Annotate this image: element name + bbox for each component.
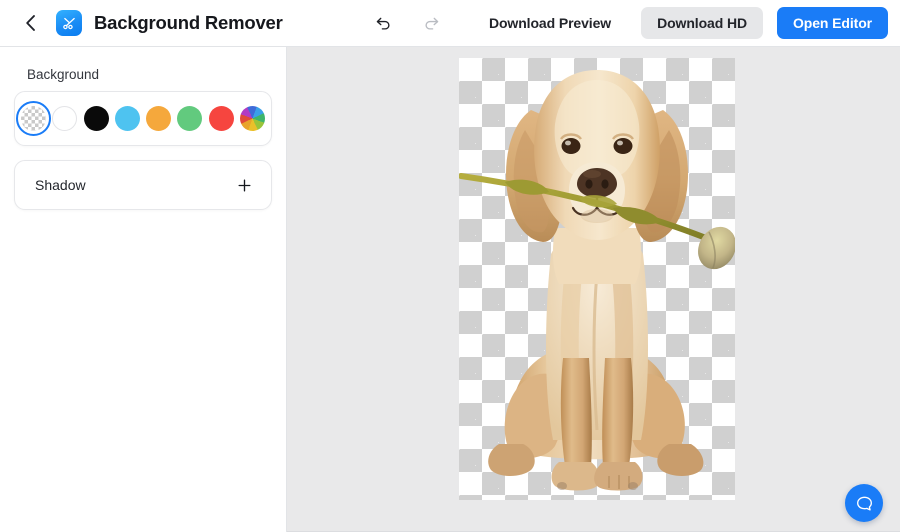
swatch-red[interactable]: [208, 106, 234, 131]
shadow-label: Shadow: [35, 177, 86, 193]
download-hd-button[interactable]: Download HD: [641, 7, 763, 39]
app-header: Background Remover Download Preview Down…: [0, 0, 900, 47]
background-swatch-panel: [14, 91, 272, 146]
transparent-artboard[interactable]: [459, 58, 735, 500]
page-title: Background Remover: [94, 12, 283, 33]
swatch-black[interactable]: [83, 106, 109, 131]
chevron-left-icon: [26, 15, 35, 31]
swatch-green[interactable]: [177, 106, 203, 131]
redo-button[interactable]: [417, 8, 447, 38]
download-preview-button[interactable]: Download Preview: [475, 7, 625, 39]
preview-canvas[interactable]: [287, 47, 900, 532]
add-shadow-button[interactable]: [236, 177, 253, 194]
undo-arrow-icon: [377, 17, 391, 30]
app-body: Background Shadow: [0, 47, 900, 532]
swatch-color-picker[interactable]: [239, 106, 265, 131]
shadow-row[interactable]: Shadow: [15, 161, 271, 209]
background-section-label: Background: [27, 67, 100, 82]
chat-bubble-icon: [856, 496, 872, 511]
swatch-sky-blue[interactable]: [114, 106, 140, 131]
background-swatch-row: [15, 92, 271, 145]
back-button[interactable]: [18, 10, 44, 36]
app-logo: [56, 10, 82, 36]
shadow-panel[interactable]: Shadow: [14, 160, 272, 210]
background-remover-app: Background Remover Download Preview Down…: [0, 0, 900, 532]
swatch-orange[interactable]: [146, 106, 172, 131]
undo-button[interactable]: [369, 8, 399, 38]
scissors-icon: [62, 17, 75, 29]
dog-illustration: [459, 70, 735, 491]
plus-icon: [238, 179, 251, 191]
swatch-white[interactable]: [52, 106, 78, 131]
tools-sidebar: Background Shadow: [0, 47, 287, 532]
support-chat-button[interactable]: [845, 484, 883, 522]
redo-arrow-icon: [425, 17, 439, 30]
swatch-transparent[interactable]: [16, 101, 52, 136]
open-editor-button[interactable]: Open Editor: [776, 7, 888, 39]
subject-image: [459, 58, 735, 500]
